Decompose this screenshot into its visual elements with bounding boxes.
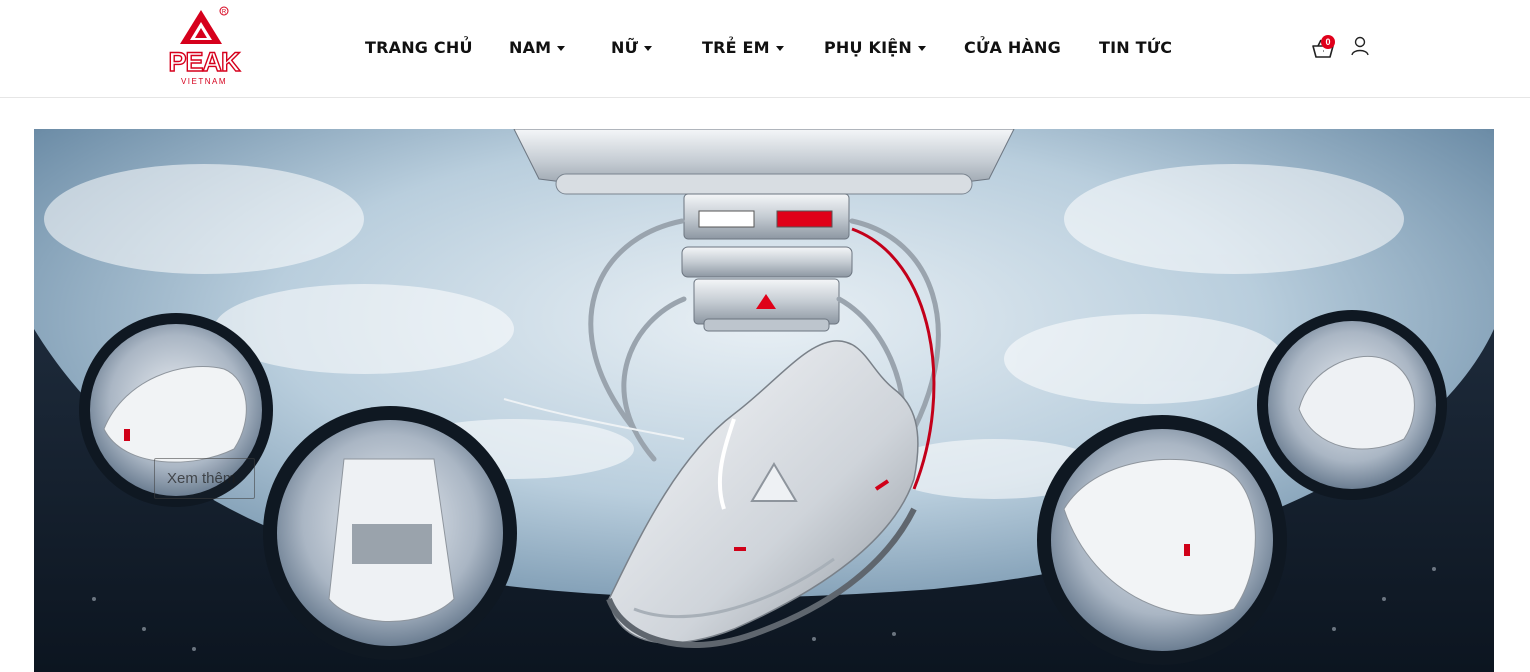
nav-item-nam[interactable]: NAM [509,36,566,60]
nav-label: CỬA HÀNG [964,38,1061,57]
brand-tagline: VIETNAM [180,77,228,86]
brand-name[interactable]: PEAK [163,48,245,76]
nav-label: TRẺ EM [702,38,770,57]
nav-label: NAM [509,38,552,57]
nav-label: NỮ [611,38,639,57]
nav-item-cua-hang[interactable]: CỬA HÀNG [964,36,1061,60]
nav-label: TRANG CHỦ [365,38,473,57]
nav-label: TIN TỨC [1099,38,1173,57]
hero-banner[interactable]: Xem thêm [34,129,1494,672]
nav-label: PHỤ KIỆN [824,38,912,57]
caret-down-icon [917,46,926,51]
hero-image [34,129,1494,672]
user-icon[interactable] [1349,35,1371,57]
nav-item-phu-kien[interactable]: PHỤ KIỆN [824,36,926,60]
nav-item-nu[interactable]: NỮ [611,36,653,60]
cart-count-badge: 0 [1321,35,1335,49]
nav-item-trang-chu[interactable]: TRANG CHỦ [365,36,473,60]
svg-text:R: R [222,10,227,16]
site-header: R PEAK VIETNAM TRANG CHỦ NAM NỮ TRẺ EM P… [0,0,1530,98]
nav-item-tre-em[interactable]: TRẺ EM [702,36,784,60]
nav-item-tin-tuc[interactable]: TIN TỨC [1099,36,1172,60]
view-more-button[interactable]: Xem thêm [154,458,255,499]
caret-down-icon [775,46,784,51]
caret-down-icon [557,46,566,51]
caret-down-icon [644,46,653,51]
